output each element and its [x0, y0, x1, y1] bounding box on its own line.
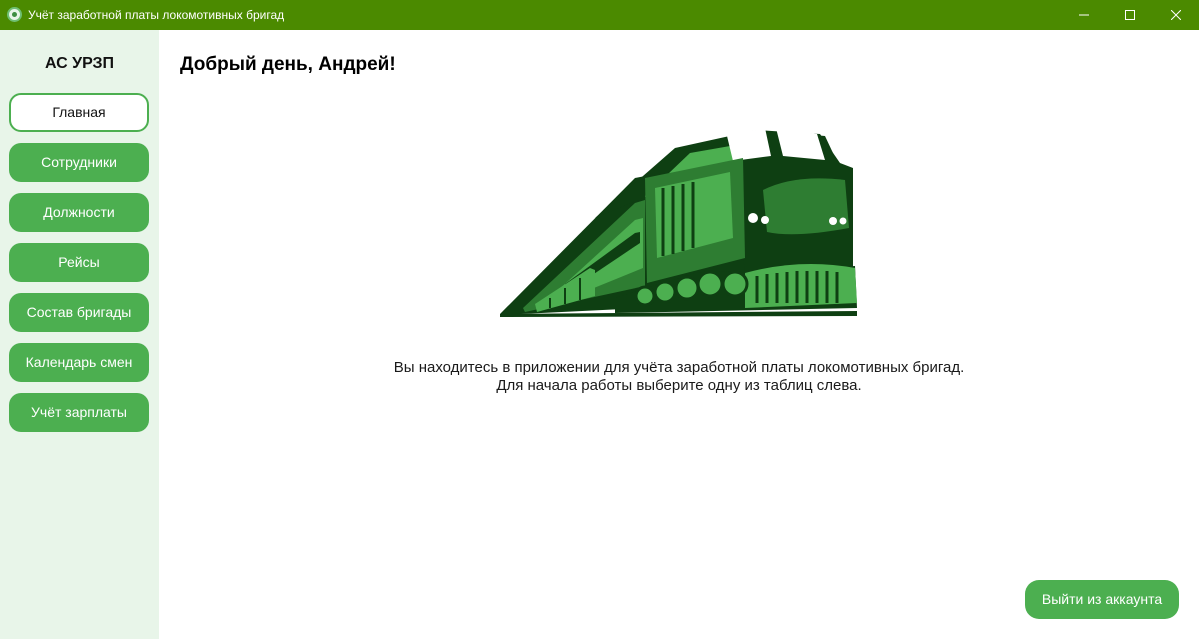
nav-positions-button[interactable]: Должности [9, 193, 149, 232]
nav-trips-button[interactable]: Рейсы [9, 243, 149, 282]
app-logo-icon [7, 7, 22, 22]
minimize-button[interactable] [1061, 0, 1107, 30]
nav-crew-button[interactable]: Состав бригады [9, 293, 149, 332]
info-text: Вы находитесь в приложении для учёта зар… [340, 359, 1018, 395]
maximize-button[interactable] [1107, 0, 1153, 30]
maximize-icon [1125, 10, 1135, 20]
nav-salary-button[interactable]: Учёт зарплаты [9, 393, 149, 432]
logout-button[interactable]: Выйти из аккаунта [1025, 580, 1179, 619]
greeting-heading: Добрый день, Андрей! [180, 54, 396, 75]
info-line-2: Для начала работы выберите одну из табли… [496, 377, 862, 394]
app-brand: АС УРЗП [44, 55, 115, 72]
close-button[interactable] [1153, 0, 1199, 30]
nav-home-button[interactable]: Главная [9, 93, 149, 132]
window-title: Учёт заработной платы локомотивных брига… [28, 8, 285, 22]
close-icon [1171, 10, 1181, 20]
info-line-1: Вы находитесь в приложении для учёта зар… [393, 359, 965, 376]
nav-calendar-button[interactable]: Календарь смен [9, 343, 149, 382]
nav-employees-button[interactable]: Сотрудники [9, 143, 149, 182]
sidebar: АС УРЗП Главная Сотрудники Должности Рей… [0, 30, 159, 639]
locomotive-illustration [500, 118, 857, 317]
title-bar: Учёт заработной платы локомотивных брига… [0, 0, 1199, 30]
minimize-icon [1079, 14, 1089, 16]
